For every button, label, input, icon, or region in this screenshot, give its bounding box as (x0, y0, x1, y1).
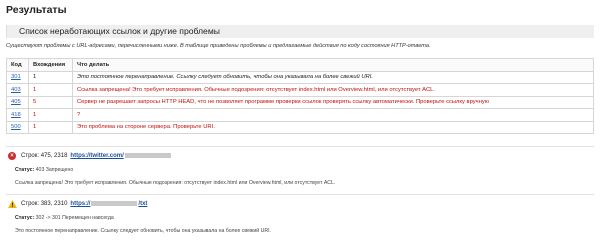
issues-table: Код Вхождения Что делать 301 1 Это посто… (6, 58, 594, 134)
column-header-action: Что делать (72, 58, 594, 72)
divider (6, 146, 594, 147)
status-code-link[interactable]: 405 (11, 99, 21, 105)
column-header-count: Вхождения (28, 58, 73, 72)
section-intro: Существуют проблемы с URL-адресами, пере… (6, 43, 431, 49)
action-cell: Это проблема на стороне сервера. Проверь… (72, 120, 594, 134)
detail-header: × Строк: 475, 2318 https://twitter.com/ (6, 151, 594, 161)
status-code-link[interactable]: 418 (11, 112, 21, 118)
count-cell: 1 (28, 83, 73, 97)
count-cell: 5 (28, 95, 73, 109)
action-cell: ? (72, 108, 594, 122)
count-cell: 1 (28, 120, 73, 134)
status-code-cell: 418 (6, 108, 29, 122)
column-header-code: Код (6, 58, 29, 72)
table-row: 403 1 Ссылка запрещена! Это требует испр… (6, 83, 594, 97)
table-row: 418 1 ? (6, 108, 594, 122)
status-code-link[interactable]: 403 (11, 87, 21, 93)
detail-description: Ссылка запрещена! Это требует исправлени… (15, 180, 336, 186)
table-header-row: Код Вхождения Что делать (6, 58, 594, 72)
status-code-cell: 500 (6, 120, 29, 134)
detail-lines: Строк: 475, 2318 (21, 153, 68, 159)
detail-status: Статус: 403 Запрещено (15, 167, 74, 173)
count-cell: 1 (28, 70, 73, 84)
status-code-cell: 301 (6, 70, 29, 84)
action-cell: Ссылка запрещена! Это требует исправлени… (72, 83, 594, 97)
divider (6, 194, 594, 195)
action-cell: Сервер не разрешает запросы HTTP HEAD, ч… (72, 95, 594, 109)
section-header: Список неработающих ссылок и другие проб… (6, 25, 594, 38)
redacted-block (124, 152, 171, 158)
detail-url-link[interactable]: https:///txt (70, 200, 147, 207)
status-code-cell: 403 (6, 83, 29, 97)
count-cell: 1 (28, 108, 73, 122)
page-title: Результаты (6, 4, 67, 16)
table-row: 301 1 Это постоянное перенаправление. Сс… (6, 70, 594, 84)
detail-entry: Строк: 383, 2310 https:///txt Статус: 30… (6, 199, 594, 234)
redacted-block (91, 200, 138, 206)
detail-description: Это постоянное перенаправление. Ссылку с… (15, 228, 271, 234)
detail-entry: × Строк: 475, 2318 https://twitter.com/ … (6, 151, 594, 186)
detail-url-link[interactable]: https://twitter.com/ (70, 152, 171, 159)
status-code-link[interactable]: 301 (11, 74, 21, 80)
warning-icon (8, 200, 17, 208)
section-title: Список неработающих ссылок и другие проб… (19, 26, 220, 36)
table-row: 405 5 Сервер не разрешает запросы HTTP H… (6, 95, 594, 109)
detail-header: Строк: 383, 2310 https:///txt (6, 199, 594, 209)
detail-lines: Строк: 383, 2310 (21, 201, 68, 207)
table-row: 500 1 Это проблема на стороне сервера. П… (6, 120, 594, 134)
status-code-cell: 405 (6, 95, 29, 109)
error-icon: × (8, 152, 16, 160)
status-code-link[interactable]: 500 (11, 124, 21, 130)
action-cell: Это постоянное перенаправление. Ссылку с… (72, 70, 594, 84)
detail-status: Статус: 302 -> 301 Перемещен навсегда (15, 215, 114, 221)
